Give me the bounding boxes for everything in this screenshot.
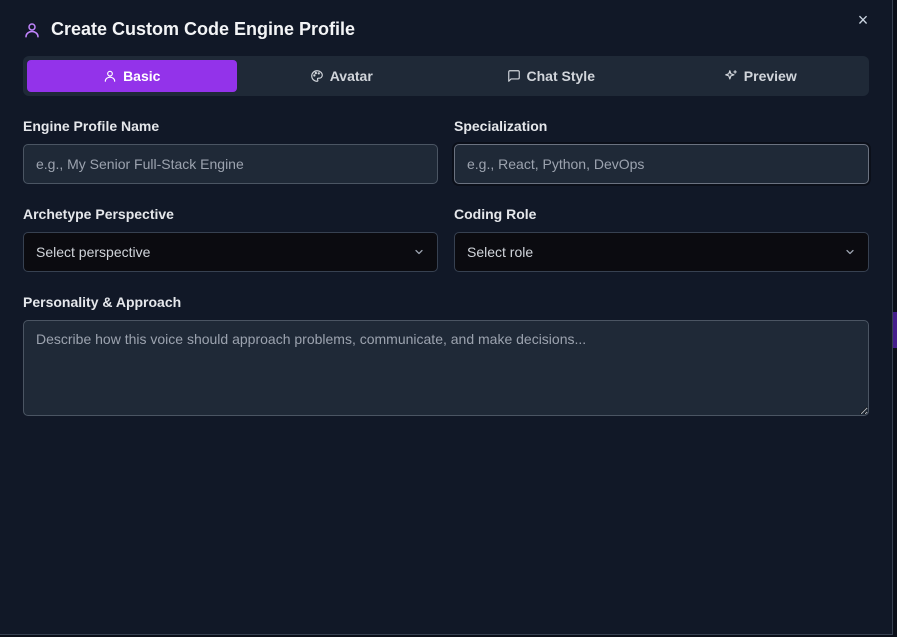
sparkles-icon [724,69,738,83]
background-edge [893,312,897,348]
tab-label: Avatar [329,68,373,84]
tab-label: Preview [743,68,797,84]
specialization-label: Specialization [454,118,548,134]
user-icon [103,69,117,83]
coding-role-select[interactable]: Select role [454,232,869,272]
chevron-down-icon [413,246,425,258]
perspective-label: Archetype Perspective [23,206,174,222]
dialog-header: Create Custom Code Engine Profile [23,19,355,40]
coding-role-selected-value: Select role [467,244,534,260]
personality-label: Personality & Approach [23,294,182,310]
tab-basic[interactable]: Basic [27,60,237,92]
engine-name-label: Engine Profile Name [23,118,160,134]
engine-name-input[interactable] [23,144,438,184]
tab-avatar[interactable]: Avatar [237,60,447,92]
perspective-select[interactable]: Select perspective [23,232,438,272]
tab-label: Basic [123,68,161,84]
chevron-down-icon [844,246,856,258]
create-profile-dialog: × Create Custom Code Engine Profile Basi… [0,0,893,635]
coding-role-label: Coding Role [454,206,537,222]
tab-chat-style[interactable]: Chat Style [446,60,656,92]
tab-preview[interactable]: Preview [656,60,866,92]
tab-bar: Basic Avatar Chat Style Preview [23,56,869,96]
tab-label: Chat Style [526,68,595,84]
close-button[interactable]: × [852,9,874,31]
close-icon: × [857,9,869,30]
palette-icon [310,69,324,83]
perspective-selected-value: Select perspective [36,244,151,260]
dialog-title: Create Custom Code Engine Profile [51,19,356,39]
chat-bubble-icon [507,69,521,83]
specialization-input[interactable] [454,144,869,184]
personality-textarea[interactable] [23,320,869,416]
user-icon [23,21,41,39]
